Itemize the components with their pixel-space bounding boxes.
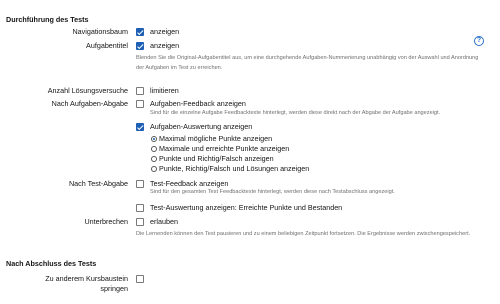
interrupt-info: Die Lernenden können den Test pausieren … bbox=[136, 231, 471, 237]
radio-max-and-reached-label: Maximale und erreichte Punkte anzeigen bbox=[159, 144, 290, 153]
interrupt-label: Unterbrechen bbox=[84, 217, 128, 226]
radio-max-and-reached[interactable] bbox=[151, 146, 157, 152]
task-evaluation-checkbox[interactable] bbox=[136, 123, 144, 131]
task-feedback-checkbox[interactable] bbox=[136, 100, 144, 108]
test-feedback-info: Sind für den gesamten Test Feedbacktexte… bbox=[150, 189, 395, 195]
test-feedback-option: Test-Feedback anzeigen bbox=[150, 179, 229, 188]
navigation-tree-checkbox[interactable] bbox=[136, 28, 144, 36]
task-title-info: Blenden Sie die Original-Aufgabentitel a… bbox=[136, 55, 479, 71]
interrupt-checkbox[interactable] bbox=[136, 218, 144, 226]
interrupt-option: erlauben bbox=[150, 217, 178, 226]
task-evaluation-option: Aufgaben-Auswertung anzeigen bbox=[150, 122, 253, 131]
test-evaluation-option: Test-Auswertung anzeigen: Erreichte Punk… bbox=[150, 203, 343, 212]
navigation-tree-label: Navigationsbaum bbox=[72, 27, 128, 36]
goto-course-checkbox[interactable] bbox=[136, 275, 144, 283]
task-title-checkbox[interactable] bbox=[136, 42, 144, 50]
attempts-checkbox[interactable] bbox=[136, 87, 144, 95]
test-evaluation-checkbox[interactable] bbox=[136, 204, 144, 212]
section-title-execution: Durchführung des Tests bbox=[6, 15, 89, 24]
radio-points-solutions[interactable] bbox=[151, 166, 157, 172]
help-icon[interactable]: ? bbox=[474, 36, 484, 46]
radio-points-right-wrong[interactable] bbox=[151, 156, 157, 162]
goto-course-label-line2: springen bbox=[100, 284, 128, 293]
goto-course-label-line1: Zu anderem Kursbaustein bbox=[45, 274, 128, 283]
navigation-tree-option: anzeigen bbox=[150, 27, 180, 36]
after-test-label: Nach Test-Abgabe bbox=[68, 179, 128, 188]
section-title-completion: Nach Abschluss des Tests bbox=[6, 259, 97, 268]
attempts-option: limitieren bbox=[150, 86, 179, 95]
task-feedback-option: Aufgaben-Feedback anzeigen bbox=[150, 99, 246, 108]
radio-points-solutions-label: Punkte, Richtig/Falsch und Lösungen anze… bbox=[159, 164, 310, 173]
radio-points-right-wrong-label: Punkte und Richtig/Falsch anzeigen bbox=[159, 154, 274, 163]
task-title-label: Aufgabentitel bbox=[86, 41, 128, 50]
attempts-label: Anzahl Lösungsversuche bbox=[47, 86, 128, 95]
after-submission-label: Nach Aufgaben-Abgabe bbox=[51, 99, 128, 108]
task-title-option: anzeigen bbox=[150, 41, 180, 50]
task-feedback-info: Sind für die einzelne Aufgabe Feedbackte… bbox=[150, 110, 441, 116]
radio-max-points[interactable] bbox=[151, 136, 157, 142]
radio-max-points-label: Maximal mögliche Punkte anzeigen bbox=[159, 134, 273, 143]
test-feedback-checkbox[interactable] bbox=[136, 180, 144, 188]
